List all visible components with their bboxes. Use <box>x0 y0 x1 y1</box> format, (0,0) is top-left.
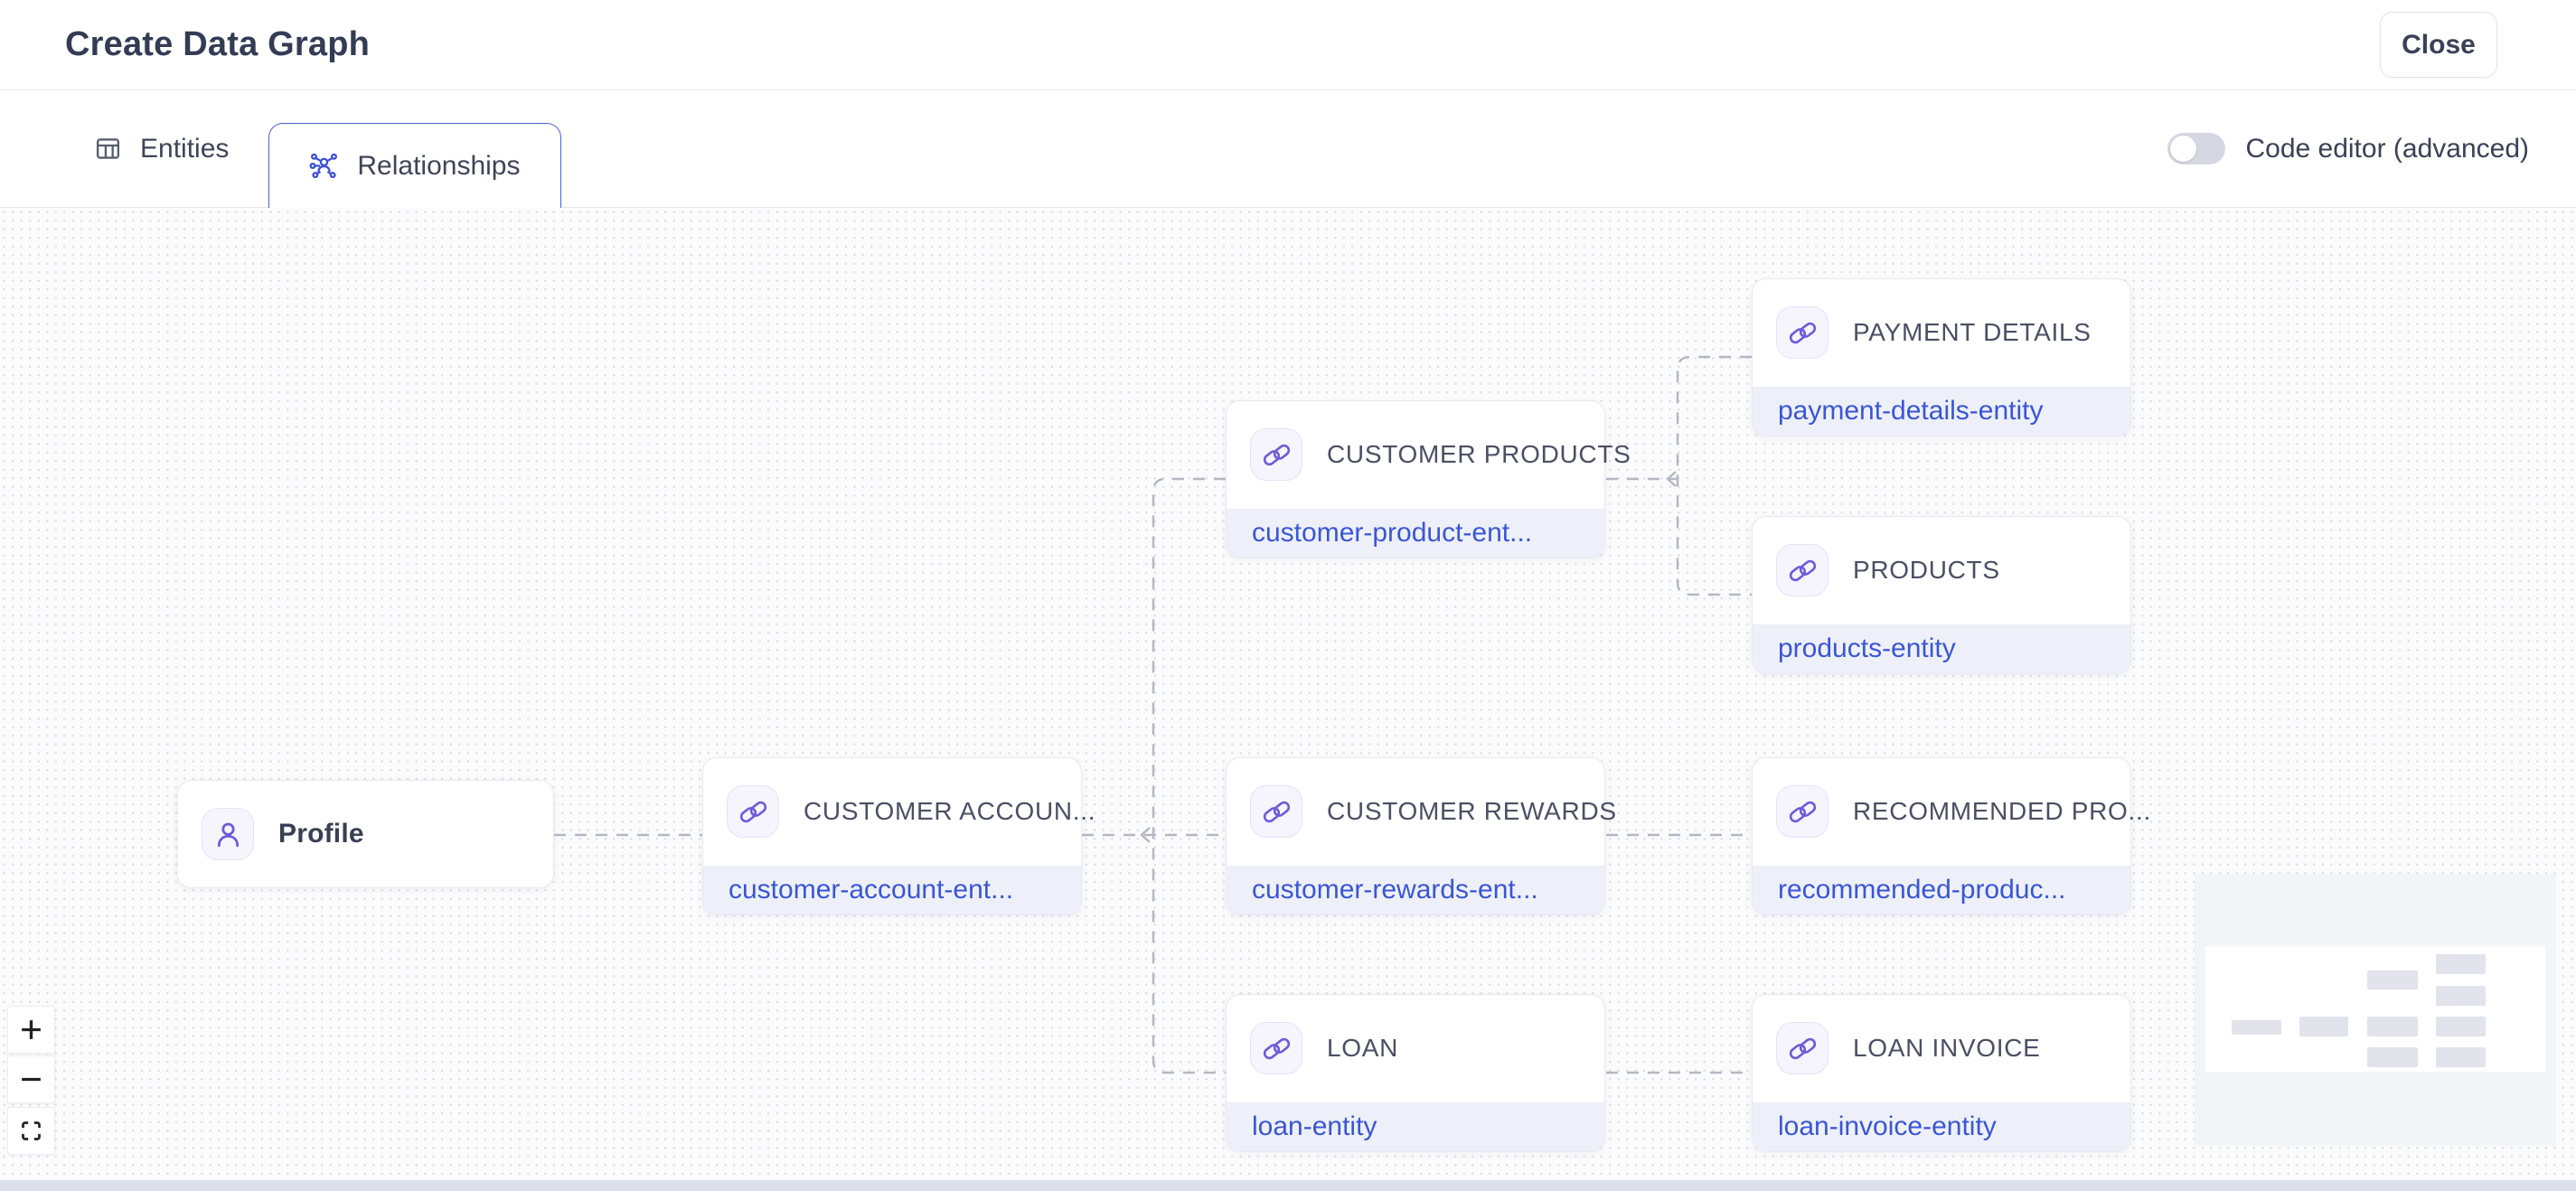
node-title: LOAN <box>1327 1034 1398 1063</box>
minimap-node-products <box>2436 986 2486 1006</box>
tab-label: Entities <box>140 134 229 164</box>
node-title: CUSTOMER PRODUCTS <box>1327 440 1631 469</box>
tab-label: Relationships <box>357 151 520 182</box>
node-header: CUSTOMER PRODUCTS <box>1227 401 1604 509</box>
minimap-node-loan-invoice <box>2436 1047 2486 1067</box>
link-icon <box>1250 785 1302 838</box>
node-footer: customer-product-ent... <box>1227 509 1604 558</box>
node-header: RECOMMENDED PRO... <box>1753 758 2130 866</box>
node-title: PRODUCTS <box>1853 556 2000 585</box>
entity-link[interactable]: customer-rewards-ent... <box>1252 875 1538 905</box>
node-footer: loan-invoice-entity <box>1753 1102 2130 1151</box>
node-footer: loan-entity <box>1227 1102 1604 1151</box>
entity-link[interactable]: customer-account-ent... <box>729 875 1013 905</box>
node-footer: recommended-produc... <box>1753 866 2130 914</box>
fit-view-button[interactable] <box>7 1107 55 1155</box>
fit-view-icon <box>19 1119 43 1143</box>
node-header: CUSTOMER REWARDS <box>1227 758 1604 866</box>
link-icon <box>1776 544 1829 596</box>
code-editor-control: Code editor (advanced) <box>2167 90 2529 207</box>
nodes-layer: Profile CUSTOMER ACCOUN... customer-accoun… <box>0 208 2576 1180</box>
node-profile[interactable]: Profile <box>177 780 554 888</box>
page-title: Create Data Graph <box>65 25 370 64</box>
plus-icon <box>17 1016 45 1044</box>
code-editor-toggle[interactable] <box>2167 133 2225 164</box>
canvas-bottom-edge <box>0 1180 2576 1191</box>
minimap[interactable] <box>2195 874 2556 1146</box>
node-title: Profile <box>278 819 364 849</box>
node-customer-account[interactable]: CUSTOMER ACCOUN... customer-account-ent..… <box>702 757 1082 915</box>
minimap-node-profile <box>2232 1020 2281 1035</box>
node-loan[interactable]: LOAN loan-entity <box>1226 994 1605 1152</box>
tab-bar: Entities Relationships Code editor (adva… <box>0 90 2576 208</box>
table-icon <box>94 135 122 163</box>
node-products[interactable]: PRODUCTS products-entity <box>1752 516 2131 674</box>
minimap-node-customer-rewards <box>2367 1017 2418 1036</box>
zoom-out-button[interactable] <box>7 1055 55 1103</box>
entity-link[interactable]: customer-product-ent... <box>1252 518 1532 549</box>
node-title: PAYMENT DETAILS <box>1853 318 2092 347</box>
code-editor-label: Code editor (advanced) <box>2245 134 2529 164</box>
minimap-node-customer-products <box>2367 971 2418 989</box>
link-icon <box>1776 785 1829 838</box>
node-header: LOAN <box>1227 995 1604 1102</box>
link-icon <box>1250 428 1302 481</box>
graph-canvas[interactable]: Profile CUSTOMER ACCOUN... customer-accoun… <box>0 208 2576 1180</box>
node-recommended-products[interactable]: RECOMMENDED PRO... recommended-produc... <box>1752 757 2131 915</box>
node-title: CUSTOMER REWARDS <box>1327 797 1617 826</box>
zoom-in-button[interactable] <box>7 1006 55 1054</box>
minimap-node-payment-details <box>2436 954 2486 974</box>
node-title: CUSTOMER ACCOUN... <box>804 797 1095 826</box>
node-header: CUSTOMER ACCOUN... <box>703 758 1081 866</box>
node-header: LOAN INVOICE <box>1753 995 2130 1102</box>
node-footer: payment-details-entity <box>1753 387 2130 436</box>
tab-relationships[interactable]: Relationships <box>268 123 560 208</box>
toggle-knob <box>2170 136 2196 162</box>
minus-icon <box>17 1065 45 1093</box>
node-header: Profile <box>178 781 553 887</box>
node-title: RECOMMENDED PRO... <box>1853 797 2151 826</box>
person-icon <box>202 808 254 860</box>
minimap-node-recommended-products <box>2436 1017 2486 1036</box>
node-customer-products[interactable]: CUSTOMER PRODUCTS customer-product-ent... <box>1226 400 1605 558</box>
node-header: PAYMENT DETAILS <box>1753 279 2130 387</box>
link-icon <box>1776 1022 1829 1074</box>
node-footer: customer-account-ent... <box>703 866 1081 914</box>
create-data-graph-window: Create Data Graph Close Entities <box>0 0 2576 1191</box>
entity-link[interactable]: products-entity <box>1778 633 1956 664</box>
link-icon <box>1250 1022 1302 1074</box>
node-footer: products-entity <box>1753 624 2130 673</box>
node-header: PRODUCTS <box>1753 517 2130 624</box>
network-icon <box>309 151 339 181</box>
entity-link[interactable]: payment-details-entity <box>1778 396 2043 427</box>
close-button[interactable]: Close <box>2380 12 2497 78</box>
entity-link[interactable]: loan-entity <box>1252 1111 1377 1142</box>
entity-link[interactable]: loan-invoice-entity <box>1778 1111 1997 1142</box>
entity-link[interactable]: recommended-produc... <box>1778 875 2066 905</box>
link-icon <box>1776 306 1829 359</box>
minimap-node-customer-account <box>2299 1017 2348 1036</box>
header: Create Data Graph Close <box>0 0 2576 90</box>
minimap-node-loan <box>2367 1047 2418 1067</box>
node-title: LOAN INVOICE <box>1853 1034 2041 1063</box>
tab-entities[interactable]: Entities <box>54 90 268 207</box>
node-loan-invoice[interactable]: LOAN INVOICE loan-invoice-entity <box>1752 994 2131 1152</box>
zoom-controls <box>7 1006 55 1155</box>
node-payment-details[interactable]: PAYMENT DETAILS payment-details-entity <box>1752 278 2131 436</box>
link-icon <box>727 785 779 838</box>
node-footer: customer-rewards-ent... <box>1227 866 1604 914</box>
node-customer-rewards[interactable]: CUSTOMER REWARDS customer-rewards-ent... <box>1226 757 1605 915</box>
